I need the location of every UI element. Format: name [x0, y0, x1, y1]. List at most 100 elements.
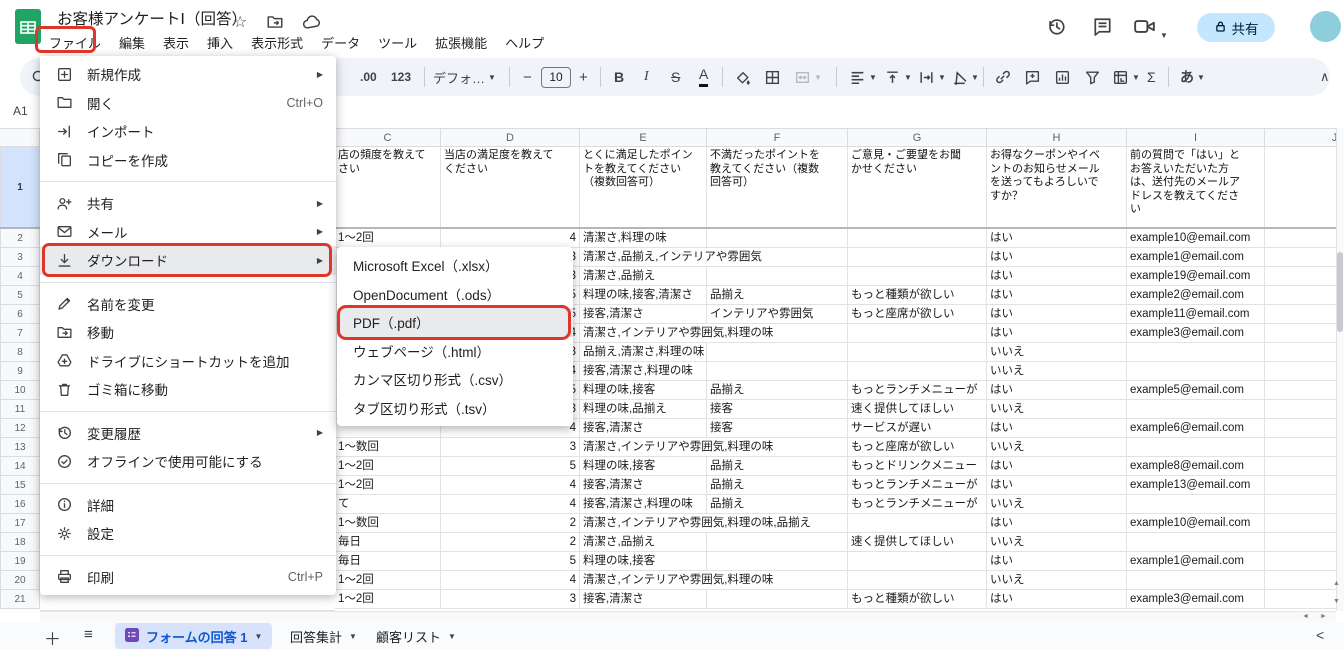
merge-cells-icon[interactable]: ▼ — [794, 58, 822, 96]
cell-H13[interactable]: いいえ — [987, 438, 1127, 457]
row-header-16[interactable]: 16 — [0, 495, 40, 514]
cell-E4[interactable]: 清潔さ,品揃え — [580, 267, 707, 286]
cell-D16[interactable]: 4 — [441, 495, 580, 514]
cell-G8[interactable] — [848, 343, 987, 362]
cell-H3[interactable]: はい — [987, 248, 1127, 267]
cell-J3[interactable] — [1265, 248, 1344, 267]
decrease-font-size-button[interactable]: − — [523, 58, 532, 96]
cell-J14[interactable] — [1265, 457, 1344, 476]
sheet-tab-response-summary[interactable]: 回答集計▼ — [280, 623, 367, 649]
header-cell-H1[interactable]: お得なクーポンやイベ ントのお知らせメール を送ってもよろしいで すか？ — [987, 147, 1127, 229]
file-menu-item-email[interactable]: メール ▶ — [40, 218, 336, 247]
decrease-decimal-button[interactable]: .00 — [360, 58, 377, 96]
cell-I5[interactable]: example2@email.com — [1127, 286, 1265, 305]
cell-D19[interactable]: 5 — [441, 552, 580, 571]
cell-J16[interactable] — [1265, 495, 1344, 514]
cell-E13[interactable]: 清潔さ,インテリアや雰囲気,料理の味 — [580, 438, 848, 457]
row-header-15[interactable]: 15 — [0, 476, 40, 495]
cell-G10[interactable]: もっとランチメニューが — [848, 381, 987, 400]
header-cell-G1[interactable]: ご意見・ご要望をお聞 かせください — [848, 147, 987, 229]
cell-J5[interactable] — [1265, 286, 1344, 305]
cell-I15[interactable]: example13@email.com — [1127, 476, 1265, 495]
download-submenu-item-ods[interactable]: OpenDocument（.ods） — [337, 280, 573, 309]
row-header-18[interactable]: 18 — [0, 533, 40, 552]
header-cell-D1[interactable]: 当店の満足度を教えて ください — [441, 147, 580, 229]
insert-comment-icon[interactable] — [1024, 58, 1041, 96]
cell-F21[interactable] — [707, 590, 848, 609]
cell-J17[interactable] — [1265, 514, 1344, 533]
cell-J6[interactable] — [1265, 305, 1344, 324]
row-header-12[interactable]: 12 — [0, 419, 40, 438]
cell-F14[interactable]: 品揃え — [707, 457, 848, 476]
cell-G15[interactable]: もっとランチメニューが — [848, 476, 987, 495]
cell-C14[interactable]: 1～2回 — [335, 457, 441, 476]
cell-H21[interactable]: はい — [987, 590, 1127, 609]
row-header-6[interactable]: 6 — [0, 305, 40, 324]
cell-E14[interactable]: 料理の味,接客 — [580, 457, 707, 476]
scroll-left-icon[interactable]: ◄ — [1302, 613, 1309, 620]
text-wrap-icon[interactable]: ▼ — [918, 58, 946, 96]
cell-F12[interactable]: 接客 — [707, 419, 848, 438]
file-menu-item-new[interactable]: 新規作成 ▶ — [40, 60, 336, 89]
cell-H5[interactable]: はい — [987, 286, 1127, 305]
header-cell-J1[interactable] — [1265, 147, 1344, 229]
row-header-20[interactable]: 20 — [0, 571, 40, 590]
menubar-item-file[interactable]: ファイル — [40, 30, 110, 55]
cell-J15[interactable] — [1265, 476, 1344, 495]
row-header-14[interactable]: 14 — [0, 457, 40, 476]
header-cell-E1[interactable]: とくに満足したポイン トを教えてください （複数回答可） — [580, 147, 707, 229]
cell-I19[interactable]: example1@email.com — [1127, 552, 1265, 571]
row-header-1[interactable]: 1 — [0, 147, 40, 229]
column-header-C[interactable]: C — [335, 128, 441, 147]
cell-E11[interactable]: 料理の味,品揃え — [580, 400, 707, 419]
download-submenu-item-html[interactable]: ウェブページ（.html） — [337, 337, 573, 366]
menubar-item-insert[interactable]: 挿入 — [198, 30, 242, 55]
cell-I10[interactable]: example5@email.com — [1127, 381, 1265, 400]
file-menu-item-details[interactable]: 詳細 — [40, 491, 336, 520]
corner-header[interactable] — [0, 128, 40, 147]
file-menu-item-print[interactable]: 印刷 Ctrl+P — [40, 563, 336, 592]
row-header-7[interactable]: 7 — [0, 324, 40, 343]
cell-D20[interactable]: 4 — [441, 571, 580, 590]
cell-H19[interactable]: はい — [987, 552, 1127, 571]
cell-I20[interactable] — [1127, 571, 1265, 590]
collapse-toolbar-icon[interactable]: ∧ — [1320, 58, 1330, 96]
header-cell-I1[interactable]: 前の質問で「はい」と お答えいただいた方 は、送付先のメールア ドレスを教えてく… — [1127, 147, 1265, 229]
cell-F10[interactable]: 品揃え — [707, 381, 848, 400]
cell-H20[interactable]: いいえ — [987, 571, 1127, 590]
row-header-21[interactable]: 21 — [0, 590, 40, 609]
file-menu-item-make-copy[interactable]: コピーを作成 — [40, 146, 336, 175]
file-menu-item-version-history[interactable]: 変更履歴 ▶ — [40, 419, 336, 448]
cell-D21[interactable]: 3 — [441, 590, 580, 609]
font-size-field[interactable]: 10 — [541, 58, 571, 96]
cell-C20[interactable]: 1～2回 — [335, 571, 441, 590]
cell-I7[interactable]: example3@email.com — [1127, 324, 1265, 343]
cell-D15[interactable]: 4 — [441, 476, 580, 495]
cell-G5[interactable]: もっと種類が欲しい — [848, 286, 987, 305]
cell-C21[interactable]: 1～2回 — [335, 590, 441, 609]
row-header-17[interactable]: 17 — [0, 514, 40, 533]
cell-E9[interactable]: 接客,清潔さ,料理の味 — [580, 362, 707, 381]
menubar-item-extensions[interactable]: 拡張機能 — [426, 30, 496, 55]
cell-I14[interactable]: example8@email.com — [1127, 457, 1265, 476]
file-menu-item-drive-shortcut[interactable]: ドライブにショートカットを追加 — [40, 347, 336, 376]
cell-E2[interactable]: 清潔さ,料理の味 — [580, 229, 707, 248]
cell-E15[interactable]: 接客,清潔さ — [580, 476, 707, 495]
cell-H17[interactable]: はい — [987, 514, 1127, 533]
cell-D13[interactable]: 3 — [441, 438, 580, 457]
cell-J4[interactable] — [1265, 267, 1344, 286]
row-header-13[interactable]: 13 — [0, 438, 40, 457]
row-header-19[interactable]: 19 — [0, 552, 40, 571]
cell-F4[interactable] — [707, 267, 848, 286]
cell-G4[interactable] — [848, 267, 987, 286]
cell-G21[interactable]: もっと種類が欲しい — [848, 590, 987, 609]
cell-J10[interactable] — [1265, 381, 1344, 400]
insert-chart-icon[interactable] — [1054, 58, 1071, 96]
column-header-E[interactable]: E — [580, 128, 707, 147]
cell-H8[interactable]: いいえ — [987, 343, 1127, 362]
cell-E8[interactable]: 品揃え,清潔さ,料理の味 — [580, 343, 707, 362]
cell-E18[interactable]: 清潔さ,品揃え — [580, 533, 707, 552]
fill-color-icon[interactable] — [734, 58, 751, 96]
name-box[interactable]: A1 — [13, 104, 28, 118]
cell-F8[interactable] — [707, 343, 848, 362]
